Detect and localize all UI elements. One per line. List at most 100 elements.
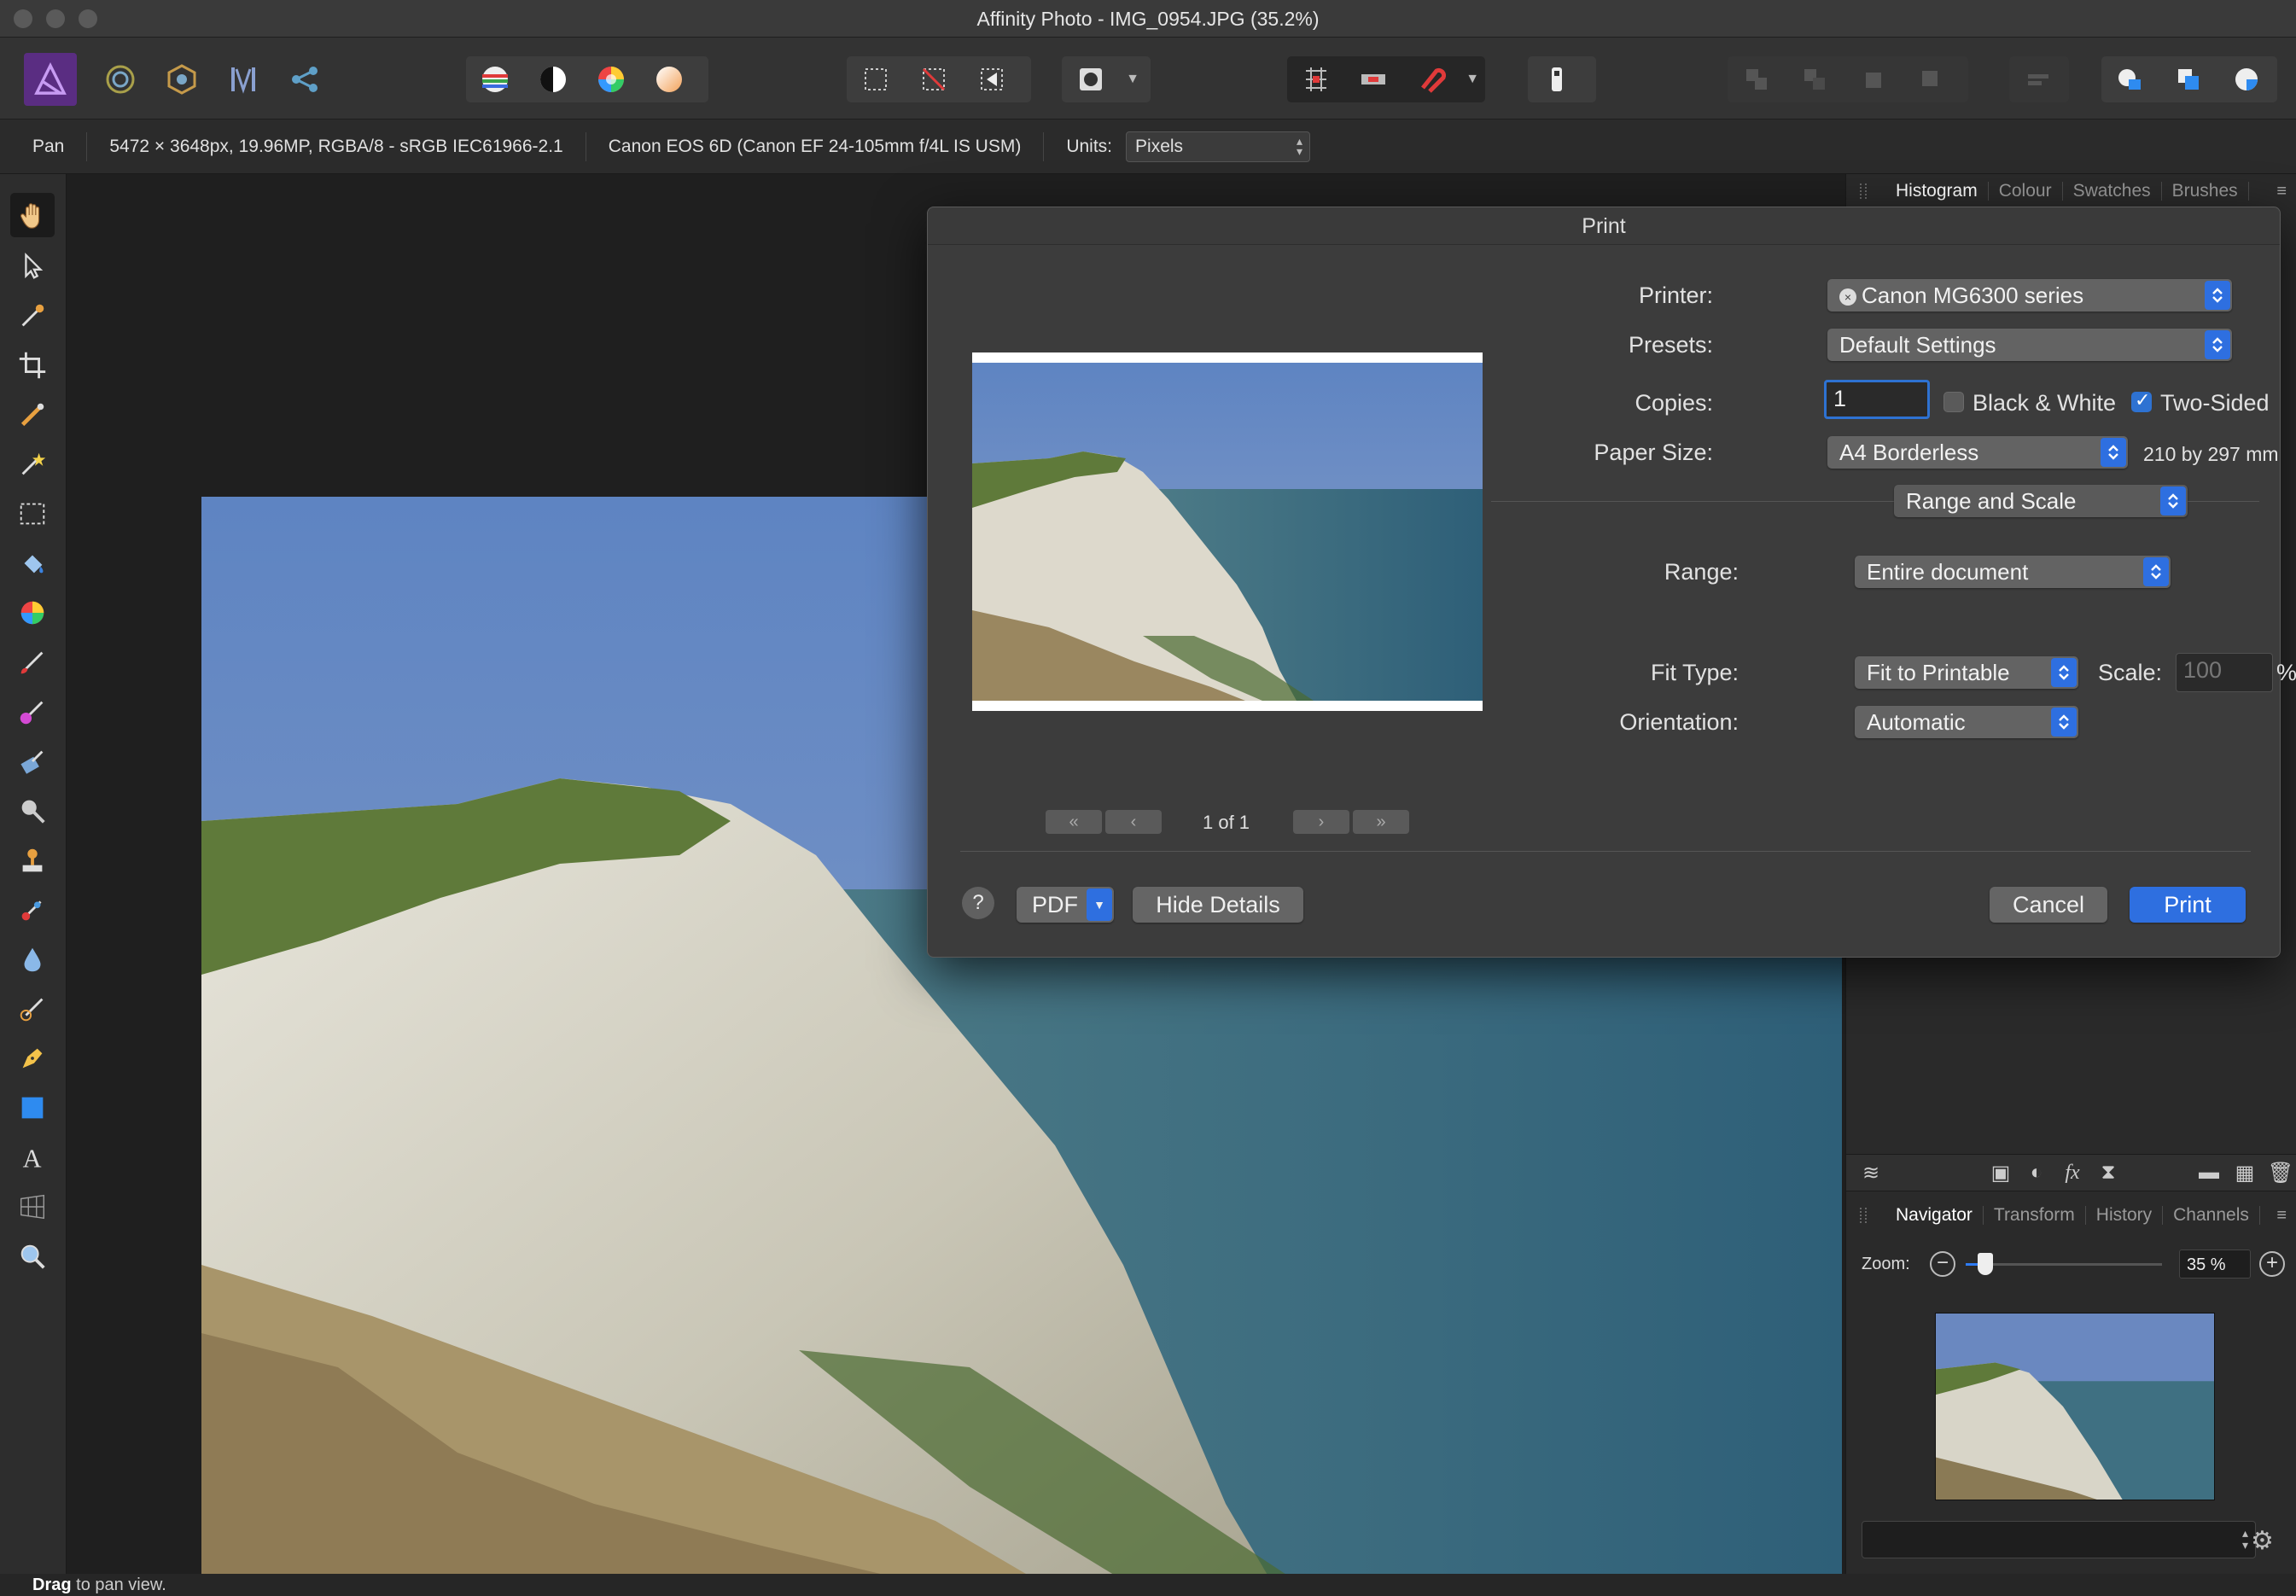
- panel-grip-icon[interactable]: [1860, 1208, 1867, 1223]
- layers-icon[interactable]: ≋: [1858, 1160, 1884, 1185]
- marquee-icon[interactable]: [847, 56, 905, 102]
- marquee-tool-icon[interactable]: [10, 492, 55, 536]
- navigator-view-select[interactable]: ▴ ▾: [1862, 1521, 2256, 1558]
- boolean-subtract-icon[interactable]: [2159, 56, 2217, 102]
- levels-icon[interactable]: [466, 56, 524, 102]
- distribute-icon[interactable]: [2009, 56, 2067, 102]
- previous-page-button[interactable]: ‹: [1105, 810, 1162, 834]
- text-tool-icon[interactable]: A: [10, 1135, 55, 1180]
- fx-icon[interactable]: fx: [2060, 1160, 2085, 1185]
- chevron-down-icon[interactable]: ▼: [1120, 72, 1145, 87]
- assistant-icon[interactable]: [1528, 56, 1586, 102]
- pdf-menu-button[interactable]: PDF ▼: [1017, 887, 1114, 923]
- rectangle-tool-icon[interactable]: [10, 1086, 55, 1130]
- scale-input[interactable]: 100: [2176, 653, 2273, 692]
- first-page-button[interactable]: «: [1046, 810, 1102, 834]
- zoom-value-field[interactable]: 35 %: [2179, 1249, 2251, 1279]
- arrange-back-icon[interactable]: [1786, 56, 1844, 102]
- dodge-tool-icon[interactable]: [10, 789, 55, 833]
- paper-size-label: Paper Size:: [1594, 440, 1713, 465]
- paper-size-select[interactable]: A4 Borderless: [1827, 436, 2128, 469]
- last-page-button[interactable]: »: [1353, 810, 1409, 834]
- snapping-grid-icon[interactable]: [1287, 56, 1344, 102]
- zoom-tool-icon[interactable]: [10, 1234, 55, 1279]
- deselect-icon[interactable]: [905, 56, 963, 102]
- units-select[interactable]: Pixels ▴ ▾: [1126, 131, 1311, 162]
- export-persona-icon[interactable]: [278, 53, 331, 106]
- snapping-options-icon[interactable]: [1344, 56, 1401, 102]
- invert-selection-icon[interactable]: [963, 56, 1021, 102]
- mask-layer-icon[interactable]: ▣: [1988, 1160, 2013, 1185]
- quick-mask-icon[interactable]: [1062, 56, 1120, 102]
- inpainting-brush-icon[interactable]: [10, 888, 55, 932]
- cancel-button[interactable]: Cancel: [1990, 887, 2107, 923]
- liquify-persona-icon[interactable]: [94, 53, 147, 106]
- tab-navigator[interactable]: Navigator: [1885, 1206, 1984, 1225]
- tab-history[interactable]: History: [2086, 1206, 2164, 1225]
- two-sided-checkbox[interactable]: [2131, 389, 2152, 412]
- erase-brush-icon[interactable]: [10, 739, 55, 783]
- tab-brushes[interactable]: Brushes: [2162, 182, 2249, 201]
- trash-icon[interactable]: 🗑: [2268, 1160, 2293, 1185]
- black-white-checkbox[interactable]: [1943, 392, 1964, 412]
- mesh-warp-icon[interactable]: [10, 1185, 55, 1229]
- color-replacement-brush-icon[interactable]: [10, 690, 55, 734]
- boolean-add-icon[interactable]: [2101, 56, 2159, 102]
- pen-tool-icon[interactable]: [10, 1036, 55, 1081]
- zoom-slider-knob[interactable]: [1978, 1253, 1993, 1275]
- smudge-brush-icon[interactable]: [10, 987, 55, 1031]
- tab-swatches[interactable]: Swatches: [2063, 182, 2162, 201]
- section-select[interactable]: Range and Scale: [1894, 485, 2188, 517]
- copies-input[interactable]: 1: [1824, 380, 1930, 419]
- snapping-icon[interactable]: [1402, 56, 1460, 102]
- crop-tool-icon[interactable]: [10, 343, 55, 387]
- paint-brush-icon[interactable]: [10, 640, 55, 684]
- next-page-button[interactable]: ›: [1293, 810, 1349, 834]
- tab-channels[interactable]: Channels: [2163, 1206, 2260, 1225]
- arrange-front-icon[interactable]: [1844, 56, 1902, 102]
- gradient-tool-icon[interactable]: [10, 591, 55, 635]
- view-tool-hand-icon[interactable]: [10, 193, 55, 237]
- orientation-label: Orientation:: [1619, 709, 1739, 735]
- gear-icon[interactable]: ⚙: [2251, 1526, 2274, 1556]
- arrange-forward-icon[interactable]: [1902, 56, 1960, 102]
- clone-stamp-icon[interactable]: [10, 838, 55, 882]
- color-picker-icon[interactable]: [10, 294, 55, 338]
- range-select[interactable]: Entire document: [1855, 556, 2171, 588]
- white-balance-icon[interactable]: [640, 56, 698, 102]
- zoom-out-icon[interactable]: −: [1930, 1251, 1955, 1277]
- move-tool-arrow-icon[interactable]: [10, 244, 55, 288]
- contrast-icon[interactable]: [524, 56, 582, 102]
- presets-select[interactable]: Default Settings: [1827, 329, 2232, 361]
- live-filter-icon[interactable]: ⧗: [2095, 1160, 2121, 1185]
- navigator-thumbnail[interactable]: [1935, 1313, 2215, 1500]
- flood-select-icon[interactable]: [10, 442, 55, 486]
- stepper-arrows-icon: [2205, 281, 2230, 310]
- selection-brush-icon[interactable]: [10, 393, 55, 437]
- flood-fill-icon[interactable]: [10, 541, 55, 585]
- chevron-down-icon[interactable]: ▼: [1460, 72, 1485, 87]
- align-icon[interactable]: [1728, 56, 1786, 102]
- printer-select[interactable]: × Canon MG6300 series: [1827, 279, 2232, 312]
- help-button[interactable]: ?: [962, 887, 994, 919]
- print-button[interactable]: Print: [2130, 887, 2246, 923]
- panel-menu-icon[interactable]: ≡: [2276, 1206, 2287, 1226]
- tab-transform[interactable]: Transform: [1984, 1206, 2086, 1225]
- tab-colour[interactable]: Colour: [1989, 182, 2063, 201]
- tab-histogram[interactable]: Histogram: [1885, 182, 1989, 201]
- photo-persona-icon[interactable]: [24, 53, 77, 106]
- pixel-layer-icon[interactable]: ▦: [2232, 1160, 2258, 1185]
- panel-menu-icon[interactable]: ≡: [2276, 182, 2287, 201]
- zoom-in-icon[interactable]: +: [2259, 1251, 2285, 1277]
- adjustment-layer-icon[interactable]: ◐: [2024, 1160, 2049, 1185]
- color-wheel-icon[interactable]: [582, 56, 640, 102]
- panel-grip-icon[interactable]: [1860, 183, 1867, 199]
- tone-mapping-persona-icon[interactable]: [217, 53, 270, 106]
- blur-brush-icon[interactable]: [10, 937, 55, 981]
- orientation-select[interactable]: Automatic: [1855, 706, 2078, 738]
- group-folder-icon[interactable]: ▬: [2196, 1160, 2222, 1185]
- boolean-intersect-icon[interactable]: [2217, 56, 2276, 102]
- hide-details-button[interactable]: Hide Details: [1133, 887, 1303, 923]
- develop-persona-icon[interactable]: [155, 53, 208, 106]
- zoom-slider[interactable]: [1966, 1253, 2162, 1275]
